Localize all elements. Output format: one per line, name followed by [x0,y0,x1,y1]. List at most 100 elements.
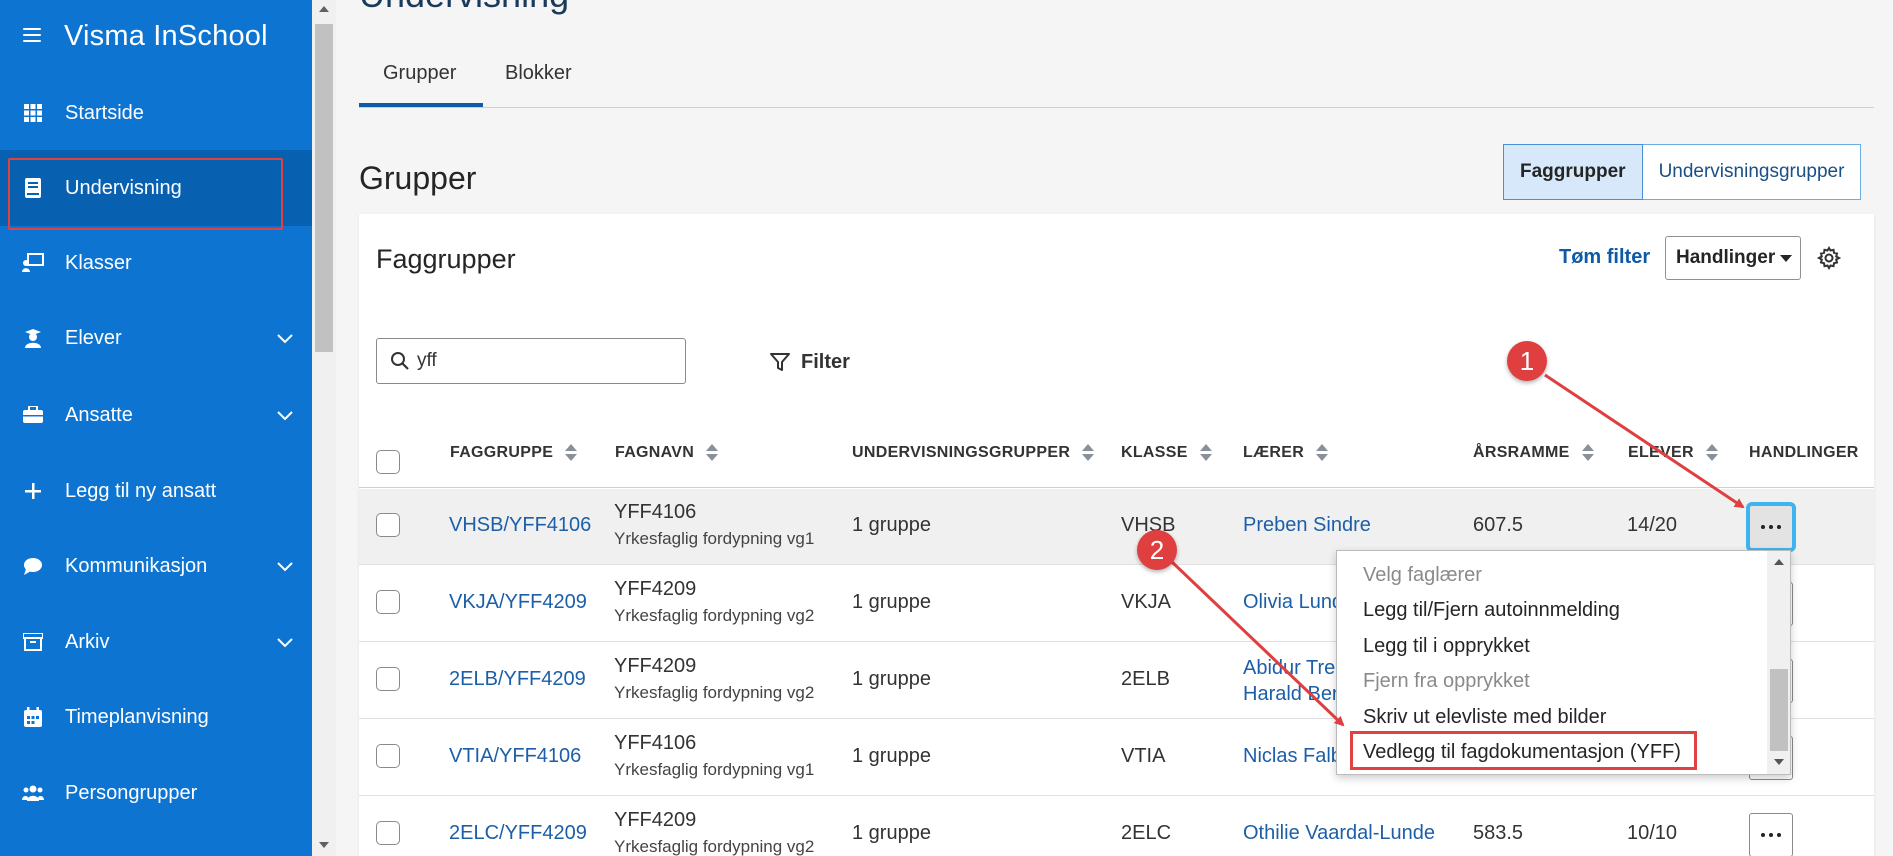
sort-icon[interactable] [1199,444,1212,462]
annotation-badge-2: 2 [1137,530,1177,570]
select-all-checkbox[interactable] [376,450,400,474]
sort-icon[interactable] [1705,444,1718,462]
sidebar-item-legg-til-ny-ansatt[interactable]: Legg til ny ansatt [0,453,312,529]
menu-item-legg-til-opprykket[interactable]: Legg til i opprykket [1363,635,1530,658]
row-checkbox[interactable] [376,821,400,845]
column-header-label: FAGGRUPPE [450,444,554,461]
sort-icon[interactable] [1316,444,1329,462]
teacher-link[interactable]: Preben Sindre [1243,514,1371,537]
subject-code: YFF4209 [614,655,697,677]
sort-icon[interactable] [1581,444,1594,462]
gear-icon[interactable] [1817,246,1841,270]
faggruppe-link[interactable]: VTIA/YFF4106 [449,745,581,768]
search-icon [391,352,409,370]
calendar-icon [22,706,44,728]
teacher-link[interactable]: Niclas Falb [1243,745,1342,768]
column-header-klasse[interactable]: KLASSE [1121,444,1212,462]
column-header-label: LÆRER [1243,444,1305,461]
row-actions-button[interactable] [1749,813,1793,856]
tab-blokker[interactable]: Blokker [505,62,572,85]
annotation-badge-1: 1 [1507,341,1547,381]
student-icon [22,327,44,349]
row-checkbox[interactable] [376,513,400,537]
teacher-link[interactable]: Othilie Vaardal-Lunde [1243,822,1435,845]
menu-item-fjern-fra-opprykket: Fjern fra opprykket [1363,670,1530,692]
caret-down-icon [1780,255,1792,262]
column-header-undervisningsgrupper[interactable]: UNDERVISNINGSGRUPPER [852,444,1095,462]
faggruppe-link[interactable]: VHSB/YFF4106 [449,514,591,537]
sidebar-item-elever[interactable]: Elever [0,300,312,376]
sort-icon[interactable] [1082,444,1095,462]
briefcase-icon [22,404,44,426]
grid-icon [22,102,44,124]
row-checkbox[interactable] [376,590,400,614]
sidebar-item-label: Startside [65,101,144,124]
sidebar-item-klasser[interactable]: Klasser [0,225,312,301]
sidebar-item-ansatte[interactable]: Ansatte [0,377,312,453]
app-title: Visma InSchool [64,20,268,52]
column-header-arsramme[interactable]: ÅRSRAMME [1473,444,1594,462]
column-header-faggruppe[interactable]: FAGGRUPPE [450,444,578,462]
scroll-down-arrow-icon[interactable] [319,842,329,848]
teacher-link[interactable]: Harald Ber [1243,683,1339,705]
teacher-link[interactable]: Olivia Lund [1243,591,1343,614]
actions-dropdown-label: Handlinger [1676,247,1776,268]
menu-scrollbar[interactable] [1767,551,1790,774]
search-input[interactable] [417,347,677,375]
sort-icon[interactable] [706,444,719,462]
brand-bar: Visma InSchool [0,0,312,75]
sidebar-item-arkiv[interactable]: Arkiv [0,604,312,680]
chevron-down-icon[interactable] [274,631,296,653]
sidebar-item-label: Elever [65,326,122,349]
row-actions-button[interactable] [1749,505,1793,549]
scroll-up-arrow-icon[interactable] [1774,559,1784,565]
menu-item-autoinnmelding[interactable]: Legg til/Fjern autoinnmelding [1363,599,1620,622]
actions-dropdown[interactable]: Handlinger [1665,236,1801,280]
chevron-down-icon[interactable] [274,327,296,349]
chevron-down-icon[interactable] [274,404,296,426]
clear-filter-link[interactable]: Tøm filter [1559,246,1650,269]
faggruppe-link[interactable]: 2ELC/YFF4209 [449,822,587,845]
teacher-link[interactable]: Abidur Tre [1243,657,1335,679]
subject-name: Yrkesfaglig fordypning vg2 [614,606,815,625]
page-scrollbar[interactable] [312,0,336,856]
tab-grupper[interactable]: Grupper [383,62,456,85]
chevron-down-icon[interactable] [274,555,296,577]
row-checkbox[interactable] [376,744,400,768]
sidebar-item-persongrupper[interactable]: Persongrupper [0,755,312,831]
sidebar-item-timeplanvisning[interactable]: Timeplanvisning [0,679,312,755]
undervisningsgrupper-cell: 1 gruppe [852,745,931,767]
sidebar-item-label: Klasser [65,251,132,274]
hamburger-menu-icon[interactable] [23,28,41,42]
sidebar-item-kommunikasjon[interactable]: Kommunikasjon [0,528,312,604]
search-field[interactable] [376,338,686,384]
scrollbar-thumb[interactable] [315,24,333,352]
column-header-label: HANDLINGER [1749,444,1859,461]
row-checkbox[interactable] [376,667,400,691]
undervisningsgrupper-cell: 1 gruppe [852,591,931,613]
sort-icon[interactable] [565,444,578,462]
classroom-icon [22,252,44,274]
active-tab-indicator [359,103,483,107]
menu-item-skriv-ut-elevliste[interactable]: Skriv ut elevliste med bilder [1363,706,1606,729]
table-header: FAGGRUPPE FAGNAVN UNDERVISNINGSGRUPPER K… [359,414,1874,488]
faggrupper-toggle-button[interactable]: Faggrupper [1503,144,1643,200]
column-header-elever[interactable]: ELEVER [1628,444,1718,462]
faggruppe-link[interactable]: VKJA/YFF4209 [449,591,587,614]
column-header-laerer[interactable]: LÆRER [1243,444,1329,462]
subject-code: YFF4106 [614,501,697,523]
sidebar-item-label: Arkiv [65,630,110,653]
column-header-fagnavn[interactable]: FAGNAVN [615,444,719,462]
column-header-label: UNDERVISNINGSGRUPPER [852,444,1071,461]
undervisningsgrupper-toggle-button[interactable]: Undervisningsgrupper [1642,144,1862,200]
section-title: Grupper [359,160,477,196]
faggruppe-link[interactable]: 2ELB/YFF4209 [449,668,586,691]
sidebar-item-startside[interactable]: Startside [0,75,312,151]
menu-scrollbar-thumb[interactable] [1770,669,1788,751]
arsramme-cell: 607.5 [1473,514,1524,536]
table-row: 2ELC/YFF4209 YFF4209 Yrkesfaglig fordypni… [359,797,1874,856]
filter-button[interactable]: Filter [769,348,850,376]
subject-code: YFF4209 [614,809,697,831]
scroll-up-arrow-icon[interactable] [319,6,329,12]
scroll-down-arrow-icon[interactable] [1774,759,1784,765]
